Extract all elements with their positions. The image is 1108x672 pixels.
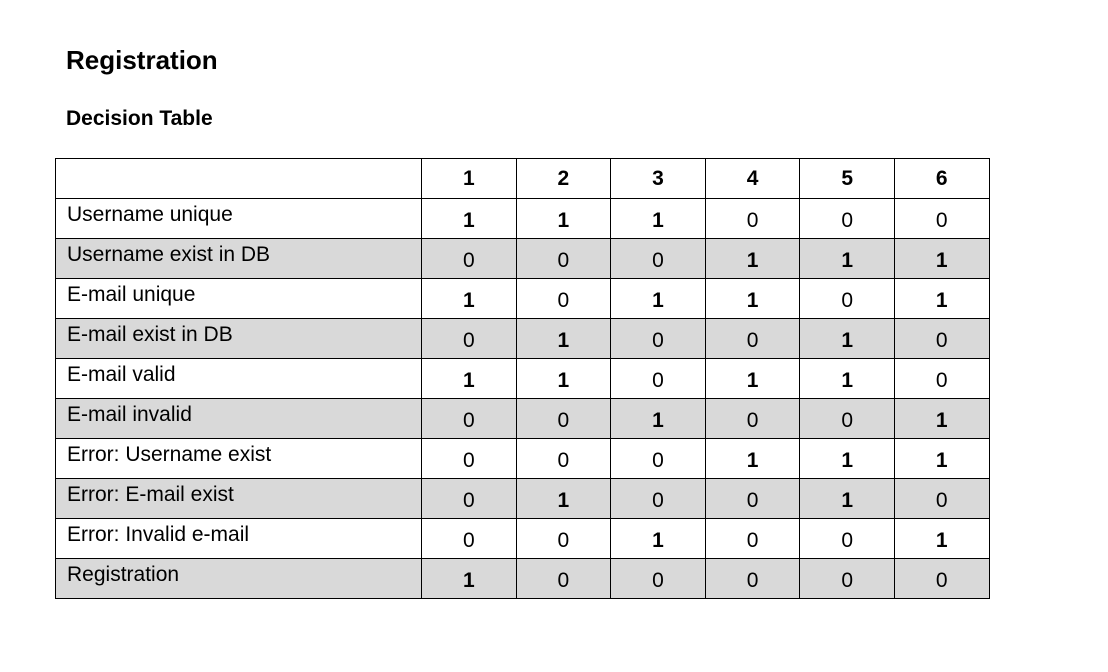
table-row: E-mail valid 1 1 0 1 1 0 — [55, 358, 990, 399]
table-cell: 0 — [421, 398, 517, 439]
table-row: Error: Username exist 0 0 0 1 1 1 — [55, 438, 990, 479]
table-cell: 0 — [799, 518, 895, 559]
table-cell: 0 — [893, 318, 990, 359]
table-cell: 0 — [893, 358, 990, 399]
row-label: Registration — [55, 558, 422, 599]
table-row: Error: E-mail exist 0 1 0 0 1 0 — [55, 478, 990, 519]
row-label: Username exist in DB — [55, 238, 422, 279]
table-cell: 0 — [704, 398, 801, 439]
table-cell: 0 — [704, 198, 801, 239]
table-cell: 1 — [704, 238, 801, 279]
table-cell: 1 — [610, 278, 706, 319]
table-cell: 0 — [515, 398, 612, 439]
table-cell: 0 — [515, 238, 612, 279]
header-corner-cell — [55, 158, 422, 199]
table-cell: 1 — [515, 358, 612, 399]
table-cell: 1 — [799, 318, 895, 359]
table-cell: 0 — [515, 518, 612, 559]
table-cell: 0 — [893, 198, 990, 239]
table-row: E-mail exist in DB 0 1 0 0 1 0 — [55, 318, 990, 359]
table-cell: 1 — [799, 478, 895, 519]
column-header: 6 — [893, 158, 990, 199]
table-cell: 1 — [799, 238, 895, 279]
table-cell: 0 — [704, 318, 801, 359]
table-cell: 1 — [893, 278, 990, 319]
table-cell: 0 — [799, 558, 895, 599]
table-cell: 0 — [515, 558, 612, 599]
table-cell: 1 — [704, 278, 801, 319]
table-cell: 0 — [421, 438, 517, 479]
table-cell: 1 — [610, 198, 706, 239]
table-row: Username exist in DB 0 0 0 1 1 1 — [55, 238, 990, 279]
table-cell: 0 — [799, 198, 895, 239]
table-cell: 1 — [893, 438, 990, 479]
column-header: 3 — [610, 158, 706, 199]
row-label: E-mail exist in DB — [55, 318, 422, 359]
table-row: Username unique 1 1 1 0 0 0 — [55, 198, 990, 239]
table-row: E-mail invalid 0 0 1 0 0 1 — [55, 398, 990, 439]
decision-table: 1 2 3 4 5 6 Username unique 1 1 1 0 0 0 … — [55, 158, 990, 599]
column-header: 4 — [704, 158, 801, 199]
table-cell: 0 — [610, 478, 706, 519]
table-cell: 0 — [515, 438, 612, 479]
table-cell: 0 — [704, 518, 801, 559]
table-cell: 1 — [799, 358, 895, 399]
row-label: Error: E-mail exist — [55, 478, 422, 519]
table-cell: 1 — [421, 358, 517, 399]
table-cell: 1 — [704, 358, 801, 399]
table-cell: 0 — [799, 278, 895, 319]
table-cell: 0 — [610, 438, 706, 479]
table-cell: 0 — [610, 318, 706, 359]
column-header: 1 — [421, 158, 517, 199]
table-cell: 1 — [893, 398, 990, 439]
table-cell: 0 — [799, 398, 895, 439]
header-row: 1 2 3 4 5 6 — [55, 158, 990, 199]
row-label: Error: Username exist — [55, 438, 422, 479]
page-title: Registration — [66, 45, 218, 75]
column-header: 2 — [515, 158, 612, 199]
table-row: E-mail unique 1 0 1 1 0 1 — [55, 278, 990, 319]
table-cell: 0 — [515, 278, 612, 319]
table-cell: 1 — [610, 518, 706, 559]
table-cell: 0 — [421, 518, 517, 559]
row-label: Username unique — [55, 198, 422, 239]
table-cell: 0 — [893, 558, 990, 599]
column-header: 5 — [799, 158, 895, 199]
table-cell: 0 — [704, 478, 801, 519]
table-cell: 0 — [421, 478, 517, 519]
table-cell: 0 — [893, 478, 990, 519]
table-row: Error: Invalid e-mail 0 0 1 0 0 1 — [55, 518, 990, 559]
table-cell: 1 — [893, 238, 990, 279]
row-label: E-mail valid — [55, 358, 422, 399]
table-cell: 1 — [893, 518, 990, 559]
table-cell: 0 — [610, 558, 706, 599]
row-label: Error: Invalid e-mail — [55, 518, 422, 559]
table-cell: 0 — [610, 238, 706, 279]
table-cell: 1 — [704, 438, 801, 479]
table-cell: 1 — [799, 438, 895, 479]
table-cell: 1 — [515, 198, 612, 239]
row-label: E-mail invalid — [55, 398, 422, 439]
table-cell: 1 — [515, 478, 612, 519]
table-cell: 1 — [421, 198, 517, 239]
table-row: Registration 1 0 0 0 0 0 — [55, 558, 990, 599]
table-cell: 0 — [421, 238, 517, 279]
table-cell: 1 — [421, 278, 517, 319]
table-cell: 1 — [421, 558, 517, 599]
table-cell: 0 — [704, 558, 801, 599]
table-cell: 1 — [610, 398, 706, 439]
row-label: E-mail unique — [55, 278, 422, 319]
table-cell: 0 — [421, 318, 517, 359]
table-cell: 1 — [515, 318, 612, 359]
section-title: Decision Table — [66, 107, 213, 130]
table-cell: 0 — [610, 358, 706, 399]
